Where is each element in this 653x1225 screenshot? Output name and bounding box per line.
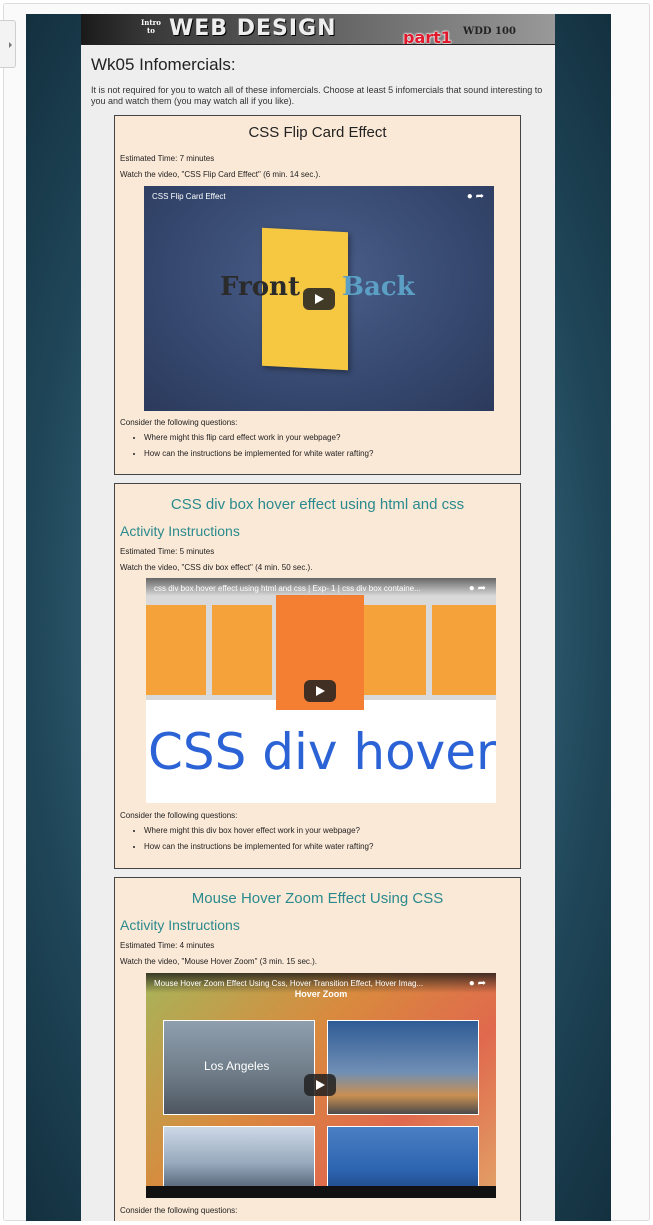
- activity-heading: Activity Instructions: [120, 523, 240, 539]
- question-item: Where might this div box hover effect wo…: [144, 823, 373, 839]
- questions-label: Consider the following questions:: [120, 1206, 238, 1215]
- video-front-label: Front: [220, 272, 300, 302]
- thumb-city-label: Los Angeles: [204, 1059, 270, 1073]
- question-item: Where might this flip card effect work i…: [144, 430, 373, 446]
- question-item: How can the instructions be implemented …: [144, 839, 373, 855]
- banner-course-code: WDD 100: [463, 26, 516, 37]
- questions-label: Consider the following questions:: [120, 811, 238, 820]
- sidebar-toggle-tab[interactable]: [0, 20, 16, 68]
- question-item: How can the instructions be implemented …: [144, 446, 373, 462]
- video-back-label: Back: [342, 272, 415, 302]
- infomercial-card-hover-zoom: Mouse Hover Zoom Effect Using CSS Activi…: [114, 877, 521, 1221]
- questions-label: Consider the following questions:: [120, 418, 238, 427]
- video-share-icons[interactable]: ● ➦: [469, 978, 486, 989]
- banner-intro-text: Intro to: [141, 18, 161, 35]
- estimated-time: Estimated Time: 4 minutes: [120, 941, 215, 950]
- video-title: css div box hover effect using html and …: [154, 584, 421, 593]
- content-page: Intro to WEB DESIGN WDD 100 part1 Wk05 I…: [81, 14, 555, 1221]
- banner-title: WEB DESIGN: [169, 16, 337, 41]
- video-player[interactable]: css div box hover effect using html and …: [146, 578, 496, 803]
- play-button[interactable]: [304, 1074, 336, 1096]
- video-title: CSS Flip Card Effect: [152, 192, 226, 201]
- infomercial-card-flip: CSS Flip Card Effect Estimated Time: 7 m…: [114, 115, 521, 475]
- questions-list: Where might this div box hover effect wo…: [125, 823, 373, 855]
- video-share-icons[interactable]: ● ➦: [467, 191, 484, 202]
- play-button[interactable]: [303, 288, 335, 310]
- card-title: Mouse Hover Zoom Effect Using CSS: [191, 890, 444, 907]
- watch-instructions: Watch the video, "CSS Flip Card Effect" …: [120, 170, 321, 179]
- questions-list: Where might this flip card effect work i…: [125, 430, 373, 462]
- watch-instructions: Watch the video, "CSS div box effect" (4…: [120, 563, 313, 572]
- intro-paragraph: It is not required for you to watch all …: [91, 85, 543, 106]
- video-share-icons[interactable]: ● ➦: [469, 583, 486, 594]
- video-player[interactable]: Mouse Hover Zoom Effect Using Css, Hover…: [146, 973, 496, 1198]
- thumb-los-angeles: Los Angeles: [163, 1020, 315, 1115]
- activity-heading: Activity Instructions: [120, 917, 240, 933]
- card-title: CSS div box hover effect using html and …: [170, 496, 465, 513]
- estimated-time: Estimated Time: 7 minutes: [120, 154, 215, 163]
- video-hover-text: CSS div hover: [148, 723, 496, 781]
- thumb-london: [327, 1020, 479, 1115]
- video-player[interactable]: CSS Flip Card Effect ● ➦ Front Back: [144, 186, 494, 411]
- video-subtitle: Hover Zoom: [294, 989, 348, 999]
- part-label: part1: [403, 28, 452, 45]
- video-title: Mouse Hover Zoom Effect Using Css, Hover…: [154, 979, 424, 988]
- course-banner: Intro to WEB DESIGN WDD 100 part1: [81, 14, 555, 45]
- watch-instructions: Watch the video, "Mouse Hover Zoom" (3 m…: [120, 957, 318, 966]
- estimated-time: Estimated Time: 5 minutes: [120, 547, 215, 556]
- page-title: Wk05 Infomercials:: [91, 55, 236, 74]
- infomercial-card-div-hover: CSS div box hover effect using html and …: [114, 483, 521, 869]
- card-title: CSS Flip Card Effect: [248, 124, 387, 141]
- play-button[interactable]: [304, 680, 336, 702]
